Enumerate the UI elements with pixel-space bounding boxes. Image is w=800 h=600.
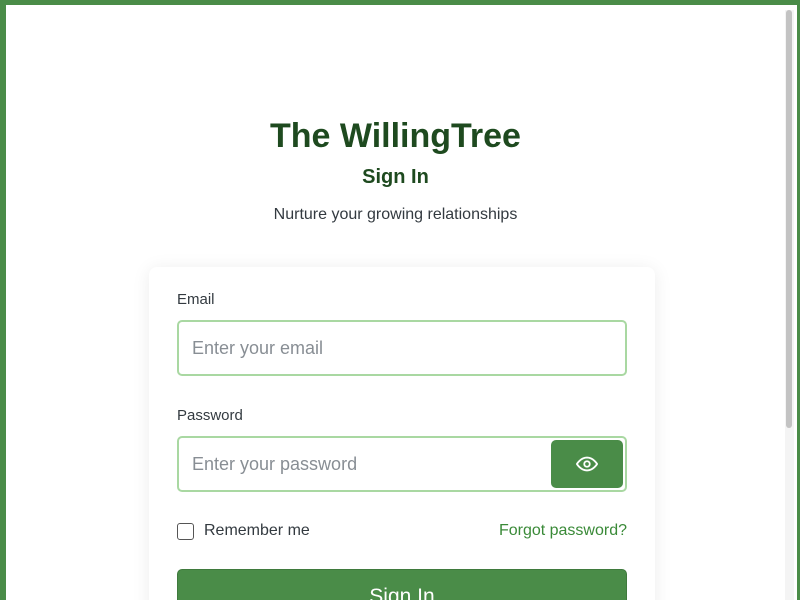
app-title: The WillingTree xyxy=(270,117,521,155)
sign-in-button[interactable]: Sign In xyxy=(177,569,627,600)
email-field-wrapper xyxy=(177,320,627,376)
sign-in-card: Email Password Remember me Forgot passwo… xyxy=(149,267,655,600)
remember-me[interactable]: Remember me xyxy=(177,522,310,540)
email-field[interactable] xyxy=(192,337,625,359)
remember-me-label: Remember me xyxy=(204,522,310,539)
app-window: The WillingTree Sign In Nurture your gro… xyxy=(0,0,800,600)
scrollbar-thumb[interactable] xyxy=(786,10,792,428)
password-label: Password xyxy=(177,407,243,424)
email-label: Email xyxy=(177,291,215,308)
tagline: Nurture your growing relationships xyxy=(273,206,518,223)
scrollbar[interactable] xyxy=(785,10,794,600)
forgot-password-link[interactable]: Forgot password? xyxy=(499,522,627,540)
remember-me-checkbox[interactable] xyxy=(177,522,194,540)
eye-icon xyxy=(576,456,598,472)
form-title: Sign In xyxy=(362,166,429,188)
show-password-button[interactable] xyxy=(551,440,623,488)
password-field-wrapper xyxy=(177,436,627,492)
